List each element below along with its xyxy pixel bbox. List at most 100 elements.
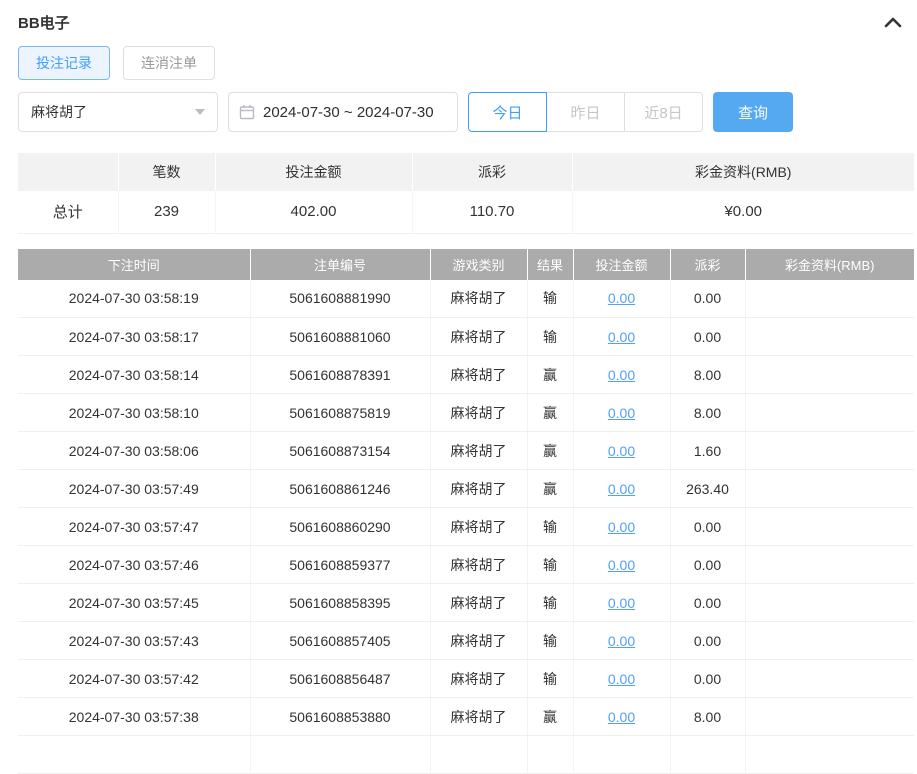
table-cell: 麻将胡了 <box>430 698 527 736</box>
table-cell: 5061608856487 <box>250 660 430 698</box>
table-row: 2024-07-30 03:58:105061608875819麻将胡了赢0.0… <box>18 394 914 432</box>
table-cell: 输 <box>527 280 573 318</box>
table-cell <box>745 584 914 622</box>
table-cell: 0.00 <box>670 622 745 660</box>
table-cell: 麻将胡了 <box>430 508 527 546</box>
table-cell: 0.00 <box>573 394 670 432</box>
table-cell <box>430 736 527 774</box>
tabs: 投注记录 连消注单 <box>18 46 914 80</box>
bet-amount-link[interactable]: 0.00 <box>608 405 635 421</box>
table-cell: 5061608853880 <box>250 698 430 736</box>
table-cell <box>745 470 914 508</box>
table-cell: 8.00 <box>670 698 745 736</box>
bet-amount-link[interactable]: 0.00 <box>608 481 635 497</box>
table-cell: 2024-07-30 03:57:42 <box>18 660 250 698</box>
page-title: BB电子 <box>18 12 70 33</box>
table-cell: 麻将胡了 <box>430 394 527 432</box>
collapse-button[interactable] <box>884 16 902 28</box>
table-cell <box>745 356 914 394</box>
table-cell <box>745 394 914 432</box>
bet-amount-link[interactable]: 0.00 <box>608 519 635 535</box>
table-cell: 0.00 <box>573 622 670 660</box>
table-cell <box>527 736 573 774</box>
tab-bet-records[interactable]: 投注记录 <box>18 46 110 80</box>
table-cell <box>745 660 914 698</box>
bet-amount-link[interactable]: 0.00 <box>608 290 635 306</box>
table-cell: 5061608858395 <box>250 584 430 622</box>
filter-bar: 麻将胡了 2024-07-30 ~ 2024-07-30 今日 昨日 近8日 查… <box>18 92 914 132</box>
table-cell: 麻将胡了 <box>430 318 527 356</box>
summary-total-count: 239 <box>118 191 215 233</box>
table-cell: 0.00 <box>670 584 745 622</box>
table-cell <box>745 622 914 660</box>
last-8-days-button[interactable]: 近8日 <box>624 92 703 132</box>
table-row: 2024-07-30 03:57:425061608856487麻将胡了输0.0… <box>18 660 914 698</box>
table-cell <box>745 280 914 318</box>
bet-amount-link[interactable]: 0.00 <box>608 595 635 611</box>
records-header-row: 下注时间 注单编号 游戏类别 结果 投注金额 派彩 彩金资料(RMB) <box>18 249 914 280</box>
summary-header-payout: 派彩 <box>412 153 572 191</box>
table-cell: 5061608857405 <box>250 622 430 660</box>
table-cell: 输 <box>527 508 573 546</box>
table-cell <box>745 736 914 774</box>
table-cell: 麻将胡了 <box>430 356 527 394</box>
bet-amount-link[interactable]: 0.00 <box>608 329 635 345</box>
table-cell: 2024-07-30 03:57:47 <box>18 508 250 546</box>
bet-records-panel: BB电子 投注记录 连消注单 麻将胡了 2024-07-30 ~ 2024-07… <box>0 0 917 774</box>
table-cell: 赢 <box>527 698 573 736</box>
table-cell <box>250 736 430 774</box>
table-cell: 麻将胡了 <box>430 546 527 584</box>
table-cell: 0.00 <box>573 584 670 622</box>
table-row: 2024-07-30 03:58:195061608881990麻将胡了输0.0… <box>18 280 914 318</box>
bet-amount-link[interactable]: 0.00 <box>608 671 635 687</box>
game-select[interactable]: 麻将胡了 <box>18 92 218 132</box>
table-cell <box>18 736 250 774</box>
table-cell: 2024-07-30 03:57:43 <box>18 622 250 660</box>
chevron-up-icon <box>884 16 902 28</box>
today-button[interactable]: 今日 <box>468 92 547 132</box>
table-cell: 赢 <box>527 394 573 432</box>
table-cell: 0.00 <box>573 470 670 508</box>
table-cell: 0.00 <box>573 318 670 356</box>
table-cell: 0.00 <box>670 546 745 584</box>
table-cell: 赢 <box>527 470 573 508</box>
table-cell: 0.00 <box>573 356 670 394</box>
bet-amount-link[interactable]: 0.00 <box>608 709 635 725</box>
table-cell: 5061608881990 <box>250 280 430 318</box>
bet-amount-link[interactable]: 0.00 <box>608 443 635 459</box>
table-cell: 0.00 <box>573 660 670 698</box>
table-cell: 麻将胡了 <box>430 470 527 508</box>
summary-header-row: 笔数 投注金额 派彩 彩金资料(RMB) <box>18 153 914 191</box>
table-cell: 麻将胡了 <box>430 584 527 622</box>
table-cell: 0.00 <box>670 660 745 698</box>
bet-amount-link[interactable]: 0.00 <box>608 557 635 573</box>
records-header-jackpot: 彩金资料(RMB) <box>745 249 914 280</box>
table-cell <box>670 736 745 774</box>
tab-canceled-orders[interactable]: 连消注单 <box>123 46 215 80</box>
yesterday-button[interactable]: 昨日 <box>546 92 625 132</box>
table-cell: 0.00 <box>670 508 745 546</box>
bet-amount-link[interactable]: 0.00 <box>608 633 635 649</box>
summary-header-count: 笔数 <box>118 153 215 191</box>
search-button[interactable]: 查询 <box>713 92 793 132</box>
table-cell: 1.60 <box>670 432 745 470</box>
table-row: 2024-07-30 03:57:495061608861246麻将胡了赢0.0… <box>18 470 914 508</box>
table-cell: 0.00 <box>573 546 670 584</box>
table-cell <box>745 318 914 356</box>
summary-header-empty <box>18 153 118 191</box>
summary-table: 笔数 投注金额 派彩 彩金资料(RMB) 总计 239 402.00 110.7… <box>18 153 914 234</box>
summary-total-bet-amount: 402.00 <box>215 191 412 233</box>
date-range-picker[interactable]: 2024-07-30 ~ 2024-07-30 <box>228 92 458 132</box>
table-cell: 8.00 <box>670 394 745 432</box>
table-row: 2024-07-30 03:57:385061608853880麻将胡了赢0.0… <box>18 698 914 736</box>
calendar-icon <box>239 104 255 120</box>
bet-amount-link[interactable]: 0.00 <box>608 367 635 383</box>
table-cell: 输 <box>527 318 573 356</box>
table-cell <box>573 736 670 774</box>
table-cell: 2024-07-30 03:57:46 <box>18 546 250 584</box>
table-cell <box>745 432 914 470</box>
table-cell: 2024-07-30 03:58:19 <box>18 280 250 318</box>
table-row: 2024-07-30 03:57:465061608859377麻将胡了输0.0… <box>18 546 914 584</box>
table-cell: 0.00 <box>573 280 670 318</box>
table-row: 2024-07-30 03:58:065061608873154麻将胡了赢0.0… <box>18 432 914 470</box>
